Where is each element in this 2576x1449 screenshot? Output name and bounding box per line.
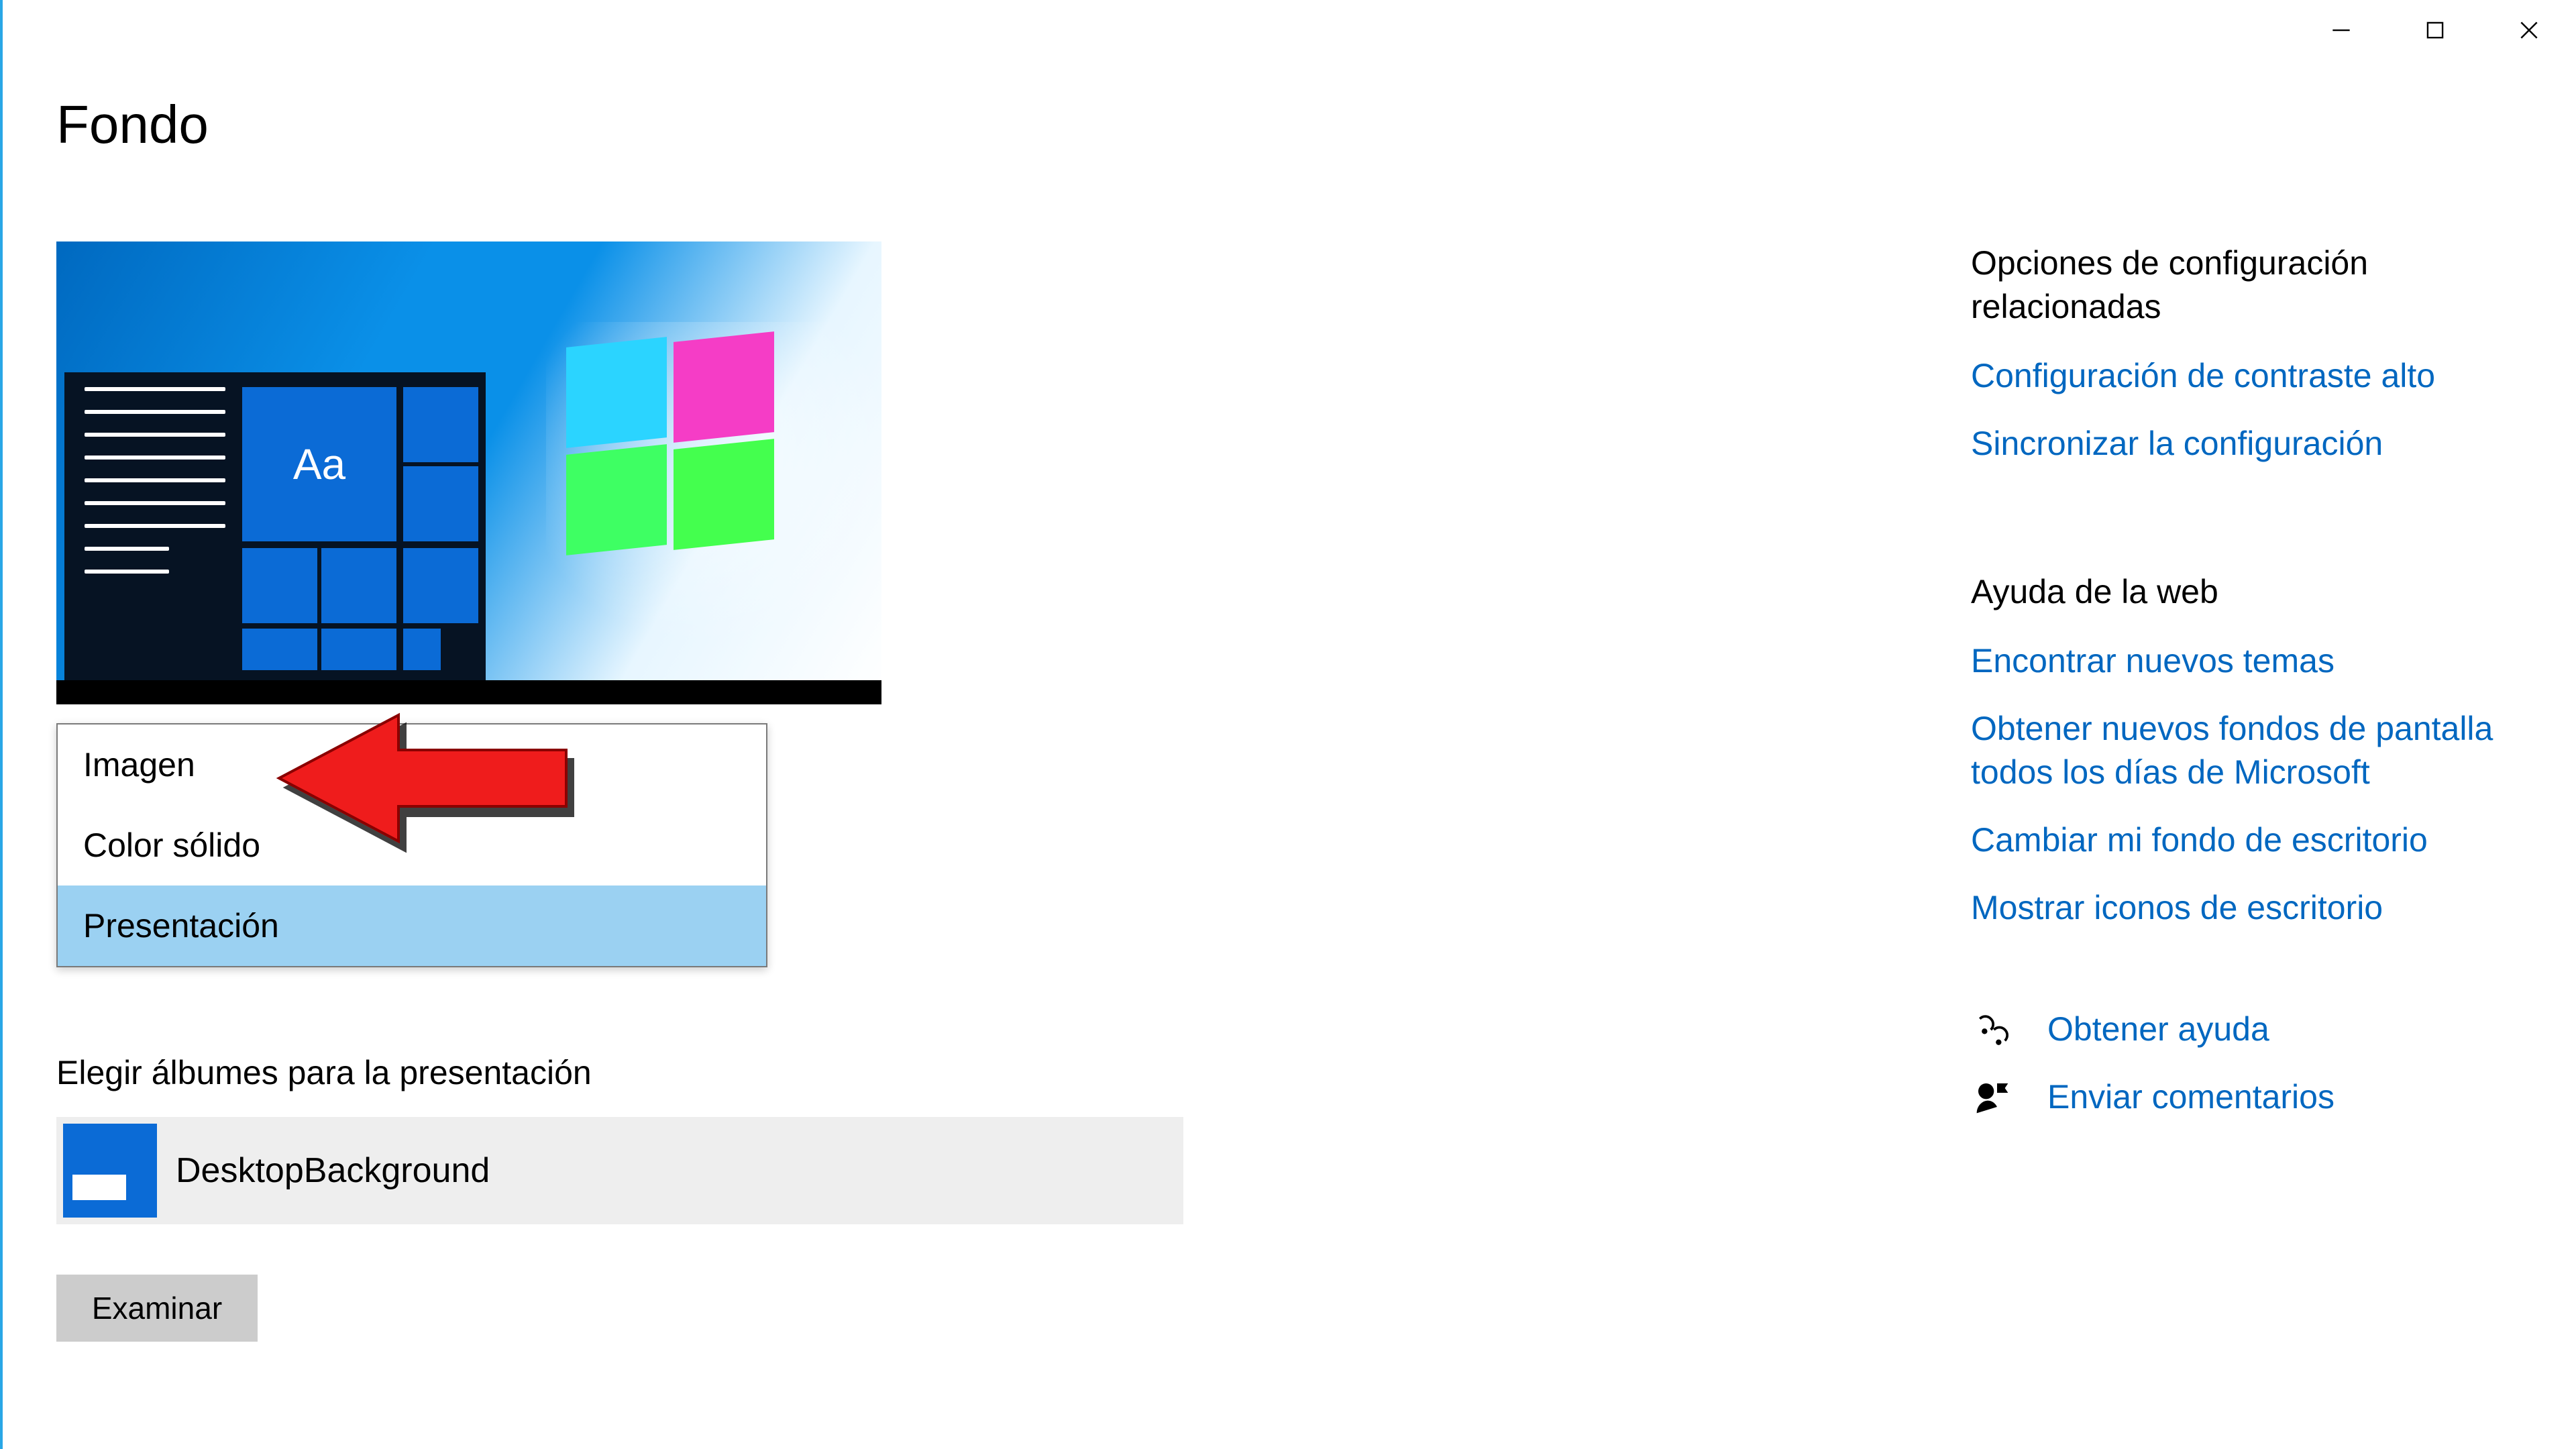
link-show-desktop-icons[interactable]: Mostrar iconos de escritorio: [1971, 886, 2508, 930]
window-controls: [2294, 0, 2576, 60]
related-heading: Opciones de configuración relacionadas: [1971, 241, 2508, 329]
link-get-help[interactable]: Obtener ayuda: [2047, 1008, 2269, 1051]
start-menu-mock: Aa: [64, 372, 486, 681]
browse-button[interactable]: Examinar: [56, 1275, 258, 1342]
close-button[interactable]: [2482, 0, 2576, 60]
choose-albums-label: Elegir álbumes para la presentación: [56, 1053, 592, 1092]
dropdown-option-slideshow[interactable]: Presentación: [58, 885, 766, 966]
folder-icon: [63, 1124, 157, 1218]
sample-text-tile: Aa: [242, 387, 396, 541]
settings-panel: Fondo Aa: [0, 0, 2576, 1449]
album-name: DesktopBackground: [176, 1150, 490, 1191]
background-type-dropdown[interactable]: Imagen Color sólido Presentación: [56, 723, 767, 967]
feedback-icon: [1971, 1079, 2014, 1116]
link-change-wallpaper[interactable]: Cambiar mi fondo de escritorio: [1971, 818, 2508, 862]
browse-button-label: Examinar: [92, 1290, 222, 1326]
help-icon: [1971, 1011, 2014, 1049]
link-daily-wallpapers[interactable]: Obtener nuevos fondos de pantalla todos …: [1971, 707, 2508, 794]
page-title: Fondo: [56, 94, 209, 156]
album-row[interactable]: DesktopBackground: [56, 1117, 1183, 1224]
start-menu-list-mock: [85, 387, 225, 592]
link-sync-settings[interactable]: Sincronizar la configuración: [1971, 422, 2508, 466]
link-find-themes[interactable]: Encontrar nuevos temas: [1971, 639, 2508, 683]
link-high-contrast[interactable]: Configuración de contraste alto: [1971, 354, 2508, 398]
background-preview: Aa: [56, 241, 881, 704]
maximize-button[interactable]: [2388, 0, 2482, 60]
right-column: Opciones de configuración relacionadas C…: [1971, 241, 2508, 1143]
dropdown-option-solid-color[interactable]: Color sólido: [58, 805, 766, 885]
dropdown-option-image[interactable]: Imagen: [58, 724, 766, 805]
minimize-button[interactable]: [2294, 0, 2388, 60]
webhelp-heading: Ayuda de la web: [1971, 570, 2508, 614]
taskbar-mock: [56, 680, 881, 704]
link-send-feedback[interactable]: Enviar comentarios: [2047, 1075, 2334, 1119]
